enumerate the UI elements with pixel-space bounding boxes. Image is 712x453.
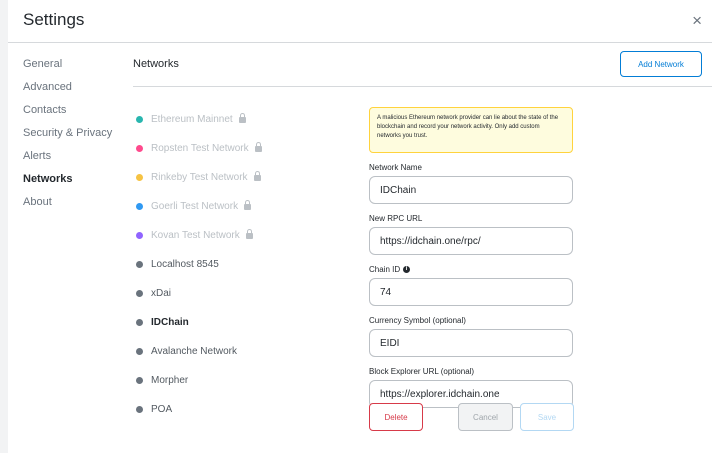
delete-button[interactable]: Delete <box>369 403 423 431</box>
network-color-dot <box>136 232 143 239</box>
tab-networks[interactable]: Networks <box>23 171 133 194</box>
network-item[interactable]: Kovan Test Network <box>136 221 356 250</box>
network-item[interactable]: xDai <box>136 279 356 308</box>
network-label: Morpher <box>151 375 189 386</box>
page-title: Settings <box>23 10 85 29</box>
info-icon[interactable]: i <box>403 265 411 273</box>
network-item[interactable]: POA <box>136 395 356 424</box>
network-label: Avalanche Network <box>151 346 237 357</box>
network-item[interactable]: Localhost 8545 <box>136 250 356 279</box>
network-label: Rinkeby Test Network <box>151 172 248 183</box>
network-name-input[interactable] <box>369 176 573 204</box>
network-label: Ropsten Test Network <box>151 143 249 154</box>
network-item[interactable]: Ethereum Mainnet <box>136 105 356 134</box>
network-color-dot <box>136 290 143 297</box>
network-list: Ethereum Mainnet Ropsten Test Network Rink… <box>136 105 356 424</box>
block-explorer-label: Block Explorer URL (optional) <box>369 366 475 376</box>
network-label: Localhost 8545 <box>151 259 219 270</box>
network-form: A malicious Ethereum network provider ca… <box>369 107 574 408</box>
network-color-dot <box>136 203 143 210</box>
cancel-button[interactable]: Cancel <box>458 403 513 431</box>
network-color-dot <box>136 319 143 326</box>
chain-id-input[interactable] <box>369 278 573 306</box>
settings-panel: Settings × General Advanced Contacts Securi… <box>8 0 712 453</box>
form-actions: Delete Cancel Save <box>369 403 574 431</box>
network-item[interactable]: Ropsten Test Network <box>136 134 356 163</box>
warning-box: A malicious Ethereum network provider ca… <box>369 107 573 153</box>
chain-id-label: Chain ID i <box>369 264 574 274</box>
currency-symbol-input[interactable] <box>369 329 573 357</box>
network-label: IDChain <box>151 317 189 328</box>
network-color-dot <box>136 116 143 123</box>
lock-icon <box>238 112 246 124</box>
network-color-dot <box>136 406 143 413</box>
save-button[interactable]: Save <box>520 403 574 431</box>
network-label: POA <box>151 404 173 415</box>
network-color-dot <box>136 145 143 152</box>
add-network-button[interactable]: Add Network <box>620 51 702 77</box>
network-color-dot <box>136 261 143 268</box>
network-label: xDai <box>151 288 172 299</box>
network-item[interactable]: Avalanche Network <box>136 337 356 366</box>
networks-subheader: Networks Add Network <box>133 43 712 87</box>
tab-security-privacy[interactable]: Security & Privacy <box>23 125 133 148</box>
network-label: Goerli Test Network <box>151 201 239 212</box>
network-label: Kovan Test Network <box>151 230 240 241</box>
network-label: Ethereum Mainnet <box>151 114 233 125</box>
network-item[interactable]: Rinkeby Test Network <box>136 163 356 192</box>
lock-icon <box>245 228 253 240</box>
settings-tabs: General Advanced Contacts Security & Privac… <box>23 56 133 217</box>
settings-header: Settings × <box>8 0 712 43</box>
tab-advanced[interactable]: Advanced <box>23 79 133 102</box>
tab-contacts[interactable]: Contacts <box>23 102 133 125</box>
lock-icon <box>254 141 262 153</box>
tab-general[interactable]: General <box>23 56 133 79</box>
network-item[interactable]: Goerli Test Network <box>136 192 356 221</box>
rpc-url-input[interactable] <box>369 227 573 255</box>
networks-title: Networks <box>133 58 179 70</box>
network-item[interactable]: IDChain <box>136 308 356 337</box>
network-color-dot <box>136 174 143 181</box>
rpc-url-label: New RPC URL <box>369 213 423 223</box>
lock-icon <box>253 170 261 182</box>
currency-symbol-label: Currency Symbol (optional) <box>369 315 466 325</box>
network-name-label: Network Name <box>369 162 422 172</box>
tab-alerts[interactable]: Alerts <box>23 148 133 171</box>
close-icon[interactable]: × <box>692 12 702 29</box>
network-item[interactable]: Morpher <box>136 366 356 395</box>
network-color-dot <box>136 348 143 355</box>
network-color-dot <box>136 377 143 384</box>
tab-about[interactable]: About <box>23 194 133 217</box>
lock-icon <box>244 199 252 211</box>
